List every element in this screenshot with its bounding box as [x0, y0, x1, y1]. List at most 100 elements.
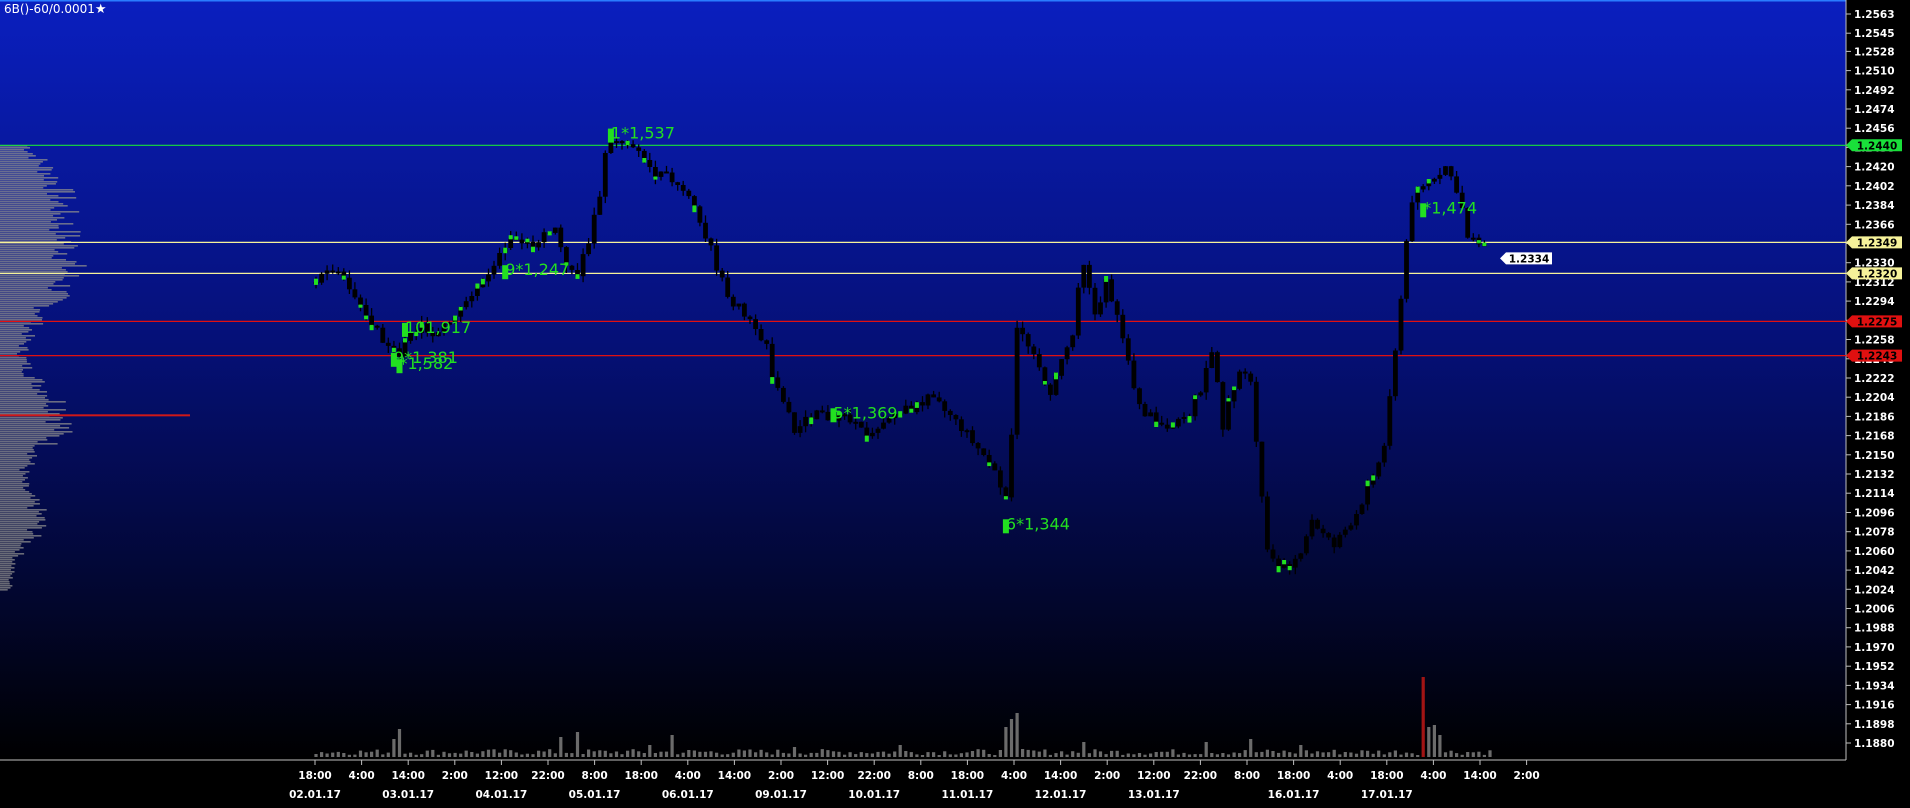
- candle-body: [486, 274, 491, 282]
- volume-bar: [1338, 754, 1342, 757]
- volume-bar: [325, 753, 329, 757]
- candle-body: [1031, 346, 1037, 354]
- volume-bar: [1477, 751, 1481, 757]
- cluster-mark: [525, 238, 530, 243]
- volume-bar: [570, 753, 574, 757]
- cluster-mark: [358, 304, 363, 308]
- x-time-label: 18:00: [951, 770, 984, 782]
- y-tick-label: 1.2186: [1854, 411, 1895, 423]
- cluster-mark: [503, 247, 508, 254]
- candle-body: [692, 196, 697, 207]
- profile-bar: [0, 307, 34, 309]
- volume-bar: [1399, 754, 1403, 757]
- candle-body: [1153, 412, 1159, 423]
- profile-bar: [0, 451, 35, 453]
- y-tick-label: 1.1916: [1854, 700, 1895, 712]
- chart-title: 6B()-60/0.0001★: [4, 2, 107, 17]
- profile-bar: [0, 239, 57, 241]
- profile-bar: [0, 561, 13, 563]
- x-time-label: 18:00: [1370, 770, 1403, 782]
- profile-bar: [0, 445, 35, 447]
- profile-bar: [0, 407, 44, 409]
- volume-bar: [1110, 750, 1114, 757]
- star-icon[interactable]: ★: [95, 2, 107, 17]
- x-time-label: 14:00: [718, 770, 751, 782]
- x-time-label: 8:00: [908, 770, 934, 782]
- cluster-mark: [314, 278, 318, 285]
- volume-bar: [1176, 754, 1180, 757]
- candle-body: [536, 242, 541, 248]
- y-tick-label: 1.2456: [1854, 123, 1895, 135]
- volume-bar: [726, 754, 730, 757]
- volume-bar: [1271, 751, 1275, 757]
- cluster-mark: [1276, 566, 1281, 573]
- volume-bar: [514, 752, 518, 757]
- candle-body: [669, 172, 675, 183]
- candle-body: [1398, 298, 1404, 351]
- volume-bar: [559, 737, 563, 757]
- cluster-mark: [1042, 381, 1047, 385]
- profile-bar: [0, 359, 27, 361]
- cluster-mark: [864, 435, 869, 442]
- candle-body: [1009, 434, 1014, 498]
- candle-body: [986, 455, 992, 464]
- profile-bar: [0, 525, 47, 527]
- volume-bar: [1393, 750, 1397, 757]
- candle-body: [931, 394, 936, 398]
- profile-bar: [0, 387, 33, 389]
- volume-bar: [664, 751, 669, 757]
- profile-bar: [0, 567, 15, 569]
- volume-bar: [1098, 751, 1103, 757]
- x-axis-panel[interactable]: [0, 760, 1846, 808]
- profile-bar: [0, 323, 44, 325]
- x-time-label: 22:00: [1184, 770, 1217, 782]
- candle-body: [647, 160, 653, 167]
- profile-bar: [0, 215, 54, 217]
- profile-bar: [0, 253, 68, 255]
- profile-bar: [0, 463, 35, 465]
- cluster-mark: [1104, 276, 1109, 282]
- candle-body: [1248, 373, 1254, 382]
- volume-bar: [1277, 752, 1281, 757]
- volume-bar: [715, 752, 719, 757]
- profile-bar: [0, 397, 45, 399]
- cluster-mark: [1154, 421, 1159, 427]
- x-time-label: 14:00: [1463, 770, 1496, 782]
- x-time-label: 4:00: [1420, 770, 1446, 782]
- cluster-annotation: 101,917: [405, 318, 471, 337]
- volume-bar: [1260, 751, 1264, 757]
- profile-bar: [0, 345, 19, 347]
- x-time-label: 14:00: [1044, 770, 1077, 782]
- candle-body: [508, 238, 514, 248]
- volume-bar: [692, 750, 696, 757]
- profile-bar: [0, 519, 46, 521]
- profile-bar: [0, 495, 36, 497]
- candle-body: [1142, 404, 1148, 417]
- profile-bar: [0, 527, 42, 529]
- volume-bar: [904, 751, 908, 757]
- cluster-mark: [1226, 398, 1231, 402]
- profile-bar: [0, 151, 28, 153]
- volume-bar: [1048, 754, 1052, 757]
- candle-body: [1220, 382, 1226, 430]
- volume-bar: [1232, 752, 1236, 757]
- profile-bar: [0, 229, 50, 231]
- x-time-label: 8:00: [582, 770, 608, 782]
- candle-body: [1081, 264, 1087, 288]
- x-time-label: 4:00: [349, 770, 375, 782]
- candle-body: [781, 387, 786, 402]
- profile-bar: [0, 251, 59, 253]
- candle-body: [1432, 178, 1437, 182]
- y-tick-label: 1.2402: [1854, 181, 1895, 193]
- candle-body: [819, 410, 825, 413]
- price-chart[interactable]: 1*1,5379*1,247101,9179*1,381*1,5825*1,36…: [0, 0, 1910, 808]
- volume-bar: [670, 735, 674, 757]
- volume-bar: [1377, 750, 1381, 757]
- profile-bar: [0, 335, 35, 337]
- volume-bar: [1126, 753, 1130, 757]
- candle-body: [597, 196, 603, 215]
- volume-bar: [1265, 749, 1269, 757]
- profile-bar: [0, 377, 35, 379]
- candle-body: [764, 340, 770, 344]
- volume-bar: [1087, 753, 1091, 757]
